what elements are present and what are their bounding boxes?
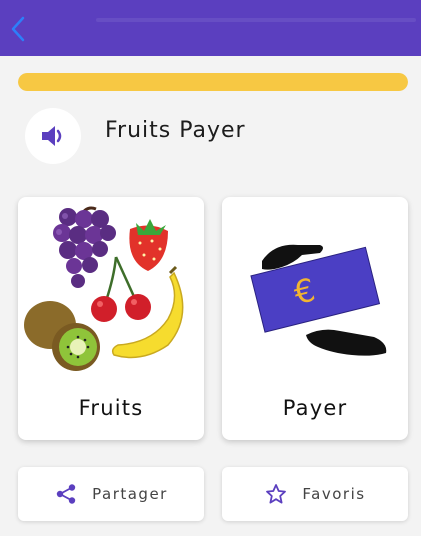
word-card-label: Payer <box>282 396 348 420</box>
chevron-left-icon <box>11 16 25 42</box>
fruits-illustration <box>24 206 184 371</box>
word-card-payer[interactable]: € Payer <box>222 197 408 440</box>
kiwi-icon <box>24 301 100 371</box>
favorite-button[interactable]: Favoris <box>222 467 408 521</box>
lesson-progress-bar <box>18 73 408 91</box>
progress-fill <box>18 73 408 91</box>
share-icon <box>54 482 78 506</box>
share-label: Partager <box>92 485 168 503</box>
app-bar <box>0 0 421 56</box>
strawberry-icon <box>129 219 168 271</box>
receiving-hand-icon <box>306 329 387 356</box>
word-card-fruits[interactable]: Fruits <box>18 197 204 440</box>
share-button[interactable]: Partager <box>18 467 204 521</box>
euro-payment-illustration: € <box>250 244 387 356</box>
back-button[interactable] <box>6 14 30 44</box>
phrase-title: Fruits Payer <box>105 118 246 143</box>
favorite-label: Favoris <box>302 485 366 503</box>
play-audio-button[interactable] <box>25 108 81 164</box>
speaker-icon <box>42 126 62 146</box>
word-card-label: Fruits <box>78 396 144 420</box>
app-bar-divider <box>96 18 416 22</box>
star-icon <box>264 482 288 506</box>
grapes-icon <box>53 206 116 288</box>
